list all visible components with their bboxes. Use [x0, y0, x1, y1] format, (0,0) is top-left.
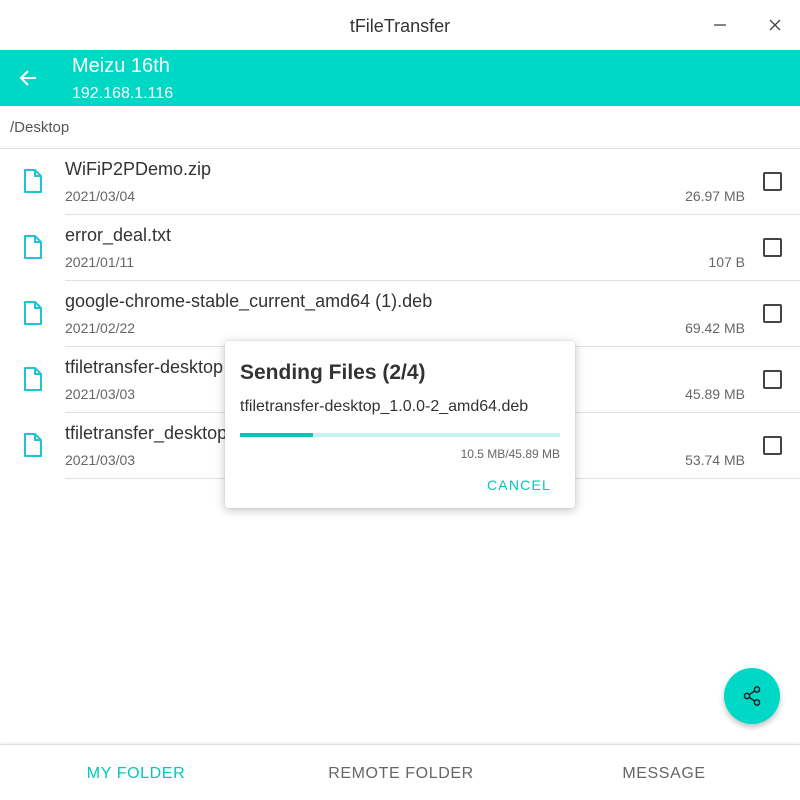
file-date: 2021/03/03: [65, 386, 136, 402]
dialog-file-name: tfiletransfer-desktop_1.0.0-2_amd64.deb: [240, 398, 529, 415]
tab-message[interactable]: MESSAGE: [528, 745, 800, 800]
share-icon: [743, 686, 761, 706]
file-icon: [24, 367, 42, 391]
file-row[interactable]: google-chrome-stable_current_amd64 (1).d…: [0, 281, 800, 347]
file-date: 2021/03/04: [65, 188, 136, 204]
tab-remote-folder[interactable]: REMOTE FOLDER: [265, 745, 537, 800]
share-button[interactable]: [724, 668, 780, 724]
file-name: tfiletransfer_desktop: [65, 423, 228, 443]
sending-dialog: Sending Files (2/4) tfiletransfer-deskto…: [225, 341, 575, 508]
file-icon: [24, 235, 42, 259]
file-row[interactable]: error_deal.txt 2021/01/11 107 B: [0, 215, 800, 281]
file-size: 26.97 MB: [685, 188, 745, 204]
file-name: error_deal.txt: [65, 225, 172, 245]
file-icon: [24, 433, 42, 457]
device-header: Meizu 16th 192.168.1.116: [0, 50, 800, 106]
minimize-button[interactable]: [707, 12, 733, 38]
dialog-title: Sending Files (2/4): [240, 361, 426, 384]
file-name: google-chrome-stable_current_amd64 (1).d…: [65, 291, 433, 311]
close-icon: [769, 19, 781, 31]
file-date: 2021/01/11: [65, 254, 135, 270]
file-size: 53.74 MB: [685, 452, 745, 468]
back-button[interactable]: [14, 64, 42, 92]
file-icon: [24, 301, 42, 325]
bottom-nav: MY FOLDER REMOTE FOLDER MESSAGE: [0, 744, 800, 800]
progress-fill: [240, 433, 314, 437]
file-icon: [24, 169, 42, 193]
device-ip: 192.168.1.116: [72, 85, 174, 102]
minimize-icon: [714, 24, 726, 26]
window-title: tFileTransfer: [349, 16, 451, 36]
file-row[interactable]: WiFiP2PDemo.zip 2021/03/04 26.97 MB: [0, 149, 800, 215]
file-size: 45.89 MB: [685, 386, 745, 402]
title-bar: tFileTransfer: [0, 0, 800, 50]
close-button[interactable]: [762, 12, 788, 38]
file-size: 69.42 MB: [685, 320, 745, 336]
file-checkbox[interactable]: [763, 172, 782, 191]
progress-text: 10.5 MB/45.89 MB: [460, 447, 560, 461]
file-name: tfiletransfer-desktop: [65, 357, 224, 377]
arrow-back-icon: [19, 70, 36, 86]
file-name: WiFiP2PDemo.zip: [65, 159, 212, 179]
file-size: 107 B: [708, 254, 745, 270]
device-name: Meizu 16th: [72, 55, 170, 77]
current-path: /Desktop: [0, 106, 800, 149]
progress-bar: [240, 433, 560, 437]
file-checkbox[interactable]: [763, 238, 782, 257]
file-checkbox[interactable]: [763, 304, 782, 323]
file-date: 2021/03/03: [65, 452, 136, 468]
tab-my-folder[interactable]: MY FOLDER: [0, 745, 272, 800]
cancel-button[interactable]: CANCEL: [487, 477, 551, 493]
file-checkbox[interactable]: [763, 436, 782, 455]
file-date: 2021/02/22: [65, 320, 136, 336]
file-checkbox[interactable]: [763, 370, 782, 389]
